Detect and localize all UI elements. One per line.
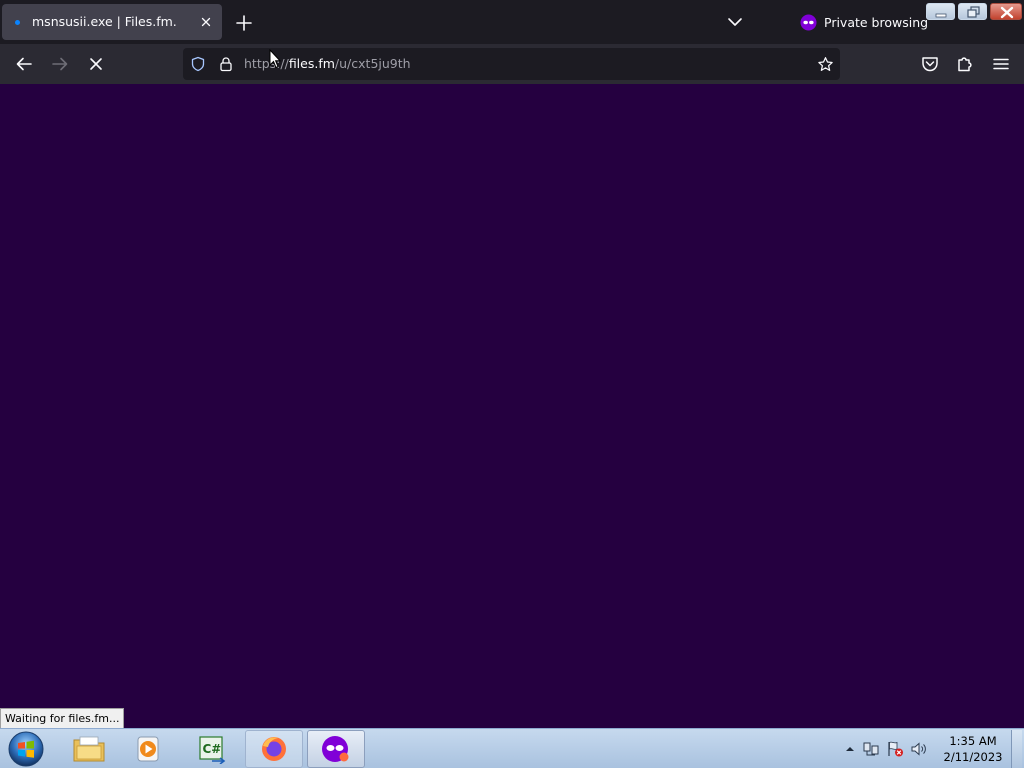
pocket-icon[interactable]	[917, 51, 943, 77]
show-hidden-icons-chevron-up-icon[interactable]	[844, 743, 856, 755]
folder-icon	[73, 736, 105, 762]
show-desktop-button[interactable]	[1011, 730, 1022, 768]
tab-active[interactable]: msnsusii.exe | Files.fm.	[2, 4, 222, 40]
restore-icon	[967, 6, 980, 18]
tracking-protection-shield-icon[interactable]	[190, 56, 206, 72]
stop-loading-icon[interactable]	[83, 51, 109, 77]
firefox-private-icon	[322, 736, 349, 762]
url-host: files.fm	[288, 56, 335, 71]
volume-speaker-icon[interactable]	[910, 740, 928, 758]
forward-arrow-icon[interactable]	[47, 51, 73, 77]
taskbar-csharp-app[interactable]: C#	[183, 730, 241, 768]
status-panel: Waiting for files.fm...	[0, 708, 125, 729]
firefox-icon	[262, 737, 286, 761]
taskbar-media-player[interactable]	[120, 730, 178, 768]
csharp-icon: C#	[199, 736, 226, 764]
extensions-puzzle-icon[interactable]	[952, 51, 978, 77]
url-path: /u/cxt5ju9th	[334, 56, 411, 71]
action-center-flag-icon[interactable]	[886, 740, 904, 758]
loading-favicon-icon	[15, 20, 20, 25]
application-menu-hamburger-icon[interactable]	[988, 51, 1014, 77]
windows-taskbar: C# 1:35 AM 2/11/2023	[0, 728, 1024, 768]
url-scheme: https://	[244, 56, 289, 71]
clock-time: 1:35 AM	[949, 734, 997, 748]
window-close-button[interactable]	[990, 3, 1022, 20]
system-tray	[844, 729, 928, 768]
navigation-toolbar: https://files.fm/u/cxt5ju9th	[0, 44, 1024, 84]
taskbar-clock[interactable]: 1:35 AM 2/11/2023	[940, 733, 1006, 765]
clock-date: 2/11/2023	[943, 750, 1003, 764]
tab-close-icon[interactable]	[198, 14, 214, 30]
start-button-windows-orb-icon[interactable]	[7, 730, 45, 768]
mouse-cursor-icon	[269, 49, 281, 69]
tab-title: msnsusii.exe | Files.fm.	[32, 14, 177, 29]
list-all-tabs-chevron-down-icon[interactable]	[724, 11, 746, 33]
private-browsing-label: Private browsing	[824, 14, 929, 30]
back-arrow-icon[interactable]	[11, 51, 37, 77]
taskbar-firefox[interactable]	[245, 730, 303, 768]
private-mask-icon	[800, 13, 817, 31]
new-tab-plus-icon[interactable]	[232, 11, 256, 35]
taskbar-file-explorer[interactable]	[60, 730, 118, 768]
page-content-area[interactable]	[0, 84, 1024, 728]
url-bar[interactable]: https://files.fm/u/cxt5ju9th	[183, 48, 840, 80]
bookmark-star-icon[interactable]	[817, 56, 834, 73]
private-browsing-indicator: Private browsing	[800, 11, 928, 33]
minimize-icon	[935, 13, 947, 18]
media-player-icon	[137, 736, 159, 762]
taskbar-firefox-private[interactable]	[307, 730, 365, 768]
network-icon[interactable]	[862, 740, 880, 758]
window-restore-button[interactable]	[958, 3, 987, 20]
window-minimize-button[interactable]	[926, 3, 955, 20]
svg-text:C#: C#	[203, 742, 222, 756]
secure-lock-icon[interactable]	[218, 56, 234, 72]
close-x-icon	[1000, 6, 1014, 19]
tab-strip: msnsusii.exe | Files.fm. Private browsin…	[0, 0, 1024, 44]
